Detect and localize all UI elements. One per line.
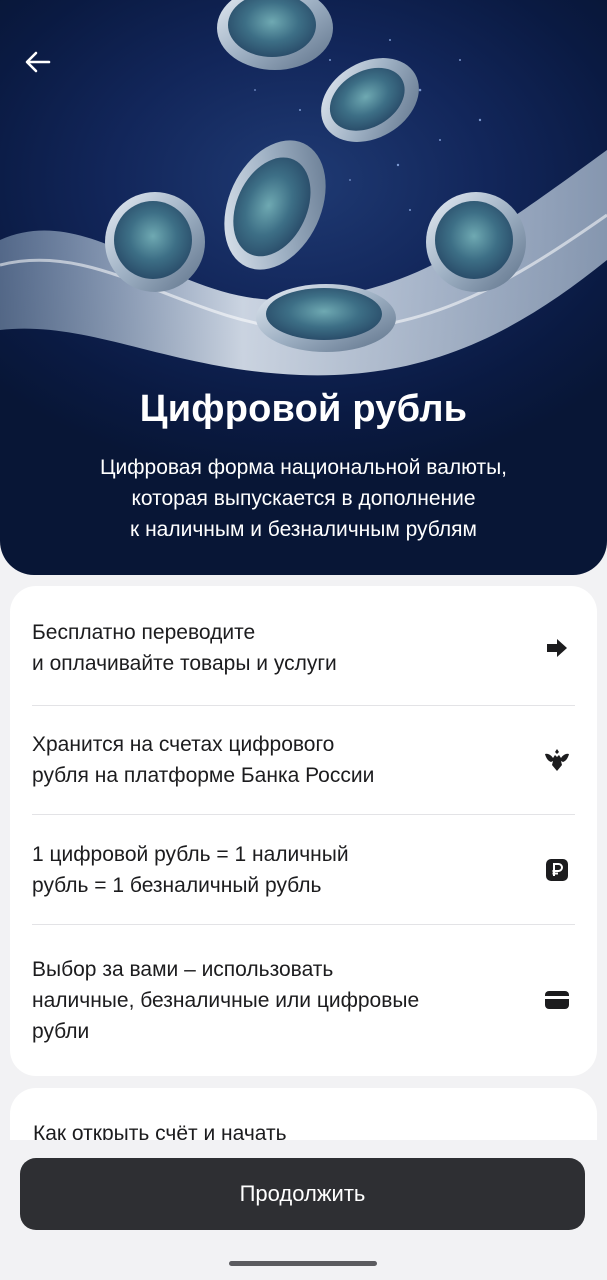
feature-line: 1 цифровой рубль = 1 наличный (32, 842, 349, 866)
continue-button[interactable]: Продолжить (20, 1158, 585, 1230)
feature-line: и оплачивайте товары и услуги (32, 651, 337, 675)
feature-line: наличные, безналичные или цифровые (32, 988, 420, 1012)
home-indicator[interactable] (229, 1261, 377, 1266)
feature-line: рубль = 1 безналичный рубль (32, 873, 322, 897)
subtitle-line: Цифровая форма национальной валюты, (99, 456, 507, 479)
feature-line: рубля на платформе Банка России (32, 764, 375, 787)
subtitle-line: к наличным и безналичным рублям (130, 518, 477, 541)
back-button[interactable] (18, 44, 58, 80)
features-card: Бесплатно переводите и оплачивайте товар… (10, 586, 597, 1076)
digital-ruble-screen: Цифровой рубль Цифровая форма национальн… (0, 0, 607, 1280)
hero-banner: Цифровой рубль Цифровая форма национальн… (0, 0, 607, 575)
coins-illustration (0, 0, 607, 376)
page-title: Цифровой рубль (139, 388, 468, 430)
feature-text: Хранится на счетах цифрового рубля на пл… (32, 729, 512, 791)
feature-row-exchange-rate: 1 цифровой рубль = 1 наличный рубль = 1 … (32, 815, 575, 925)
feature-line: Выбор за вами – использовать (32, 957, 334, 981)
feature-text: 1 цифровой рубль = 1 наличный рубль = 1 … (32, 839, 512, 901)
feature-line: Хранится на счетах цифрового (32, 733, 335, 756)
arrow-left-icon (25, 51, 51, 73)
feature-line: Бесплатно переводите (32, 620, 256, 644)
page-subtitle: Цифровая форма национальной валюты, кото… (40, 452, 567, 545)
feature-row-free-transfers: Бесплатно переводите и оплачивайте товар… (32, 586, 575, 706)
bank-of-russia-eagle-icon (543, 746, 571, 774)
arrow-right-icon (543, 634, 571, 662)
feature-text: Бесплатно переводите и оплачивайте товар… (32, 617, 512, 679)
feature-row-bank-platform: Хранится на счетах цифрового рубля на пл… (32, 706, 575, 815)
feature-text: Выбор за вами – использовать наличные, б… (32, 954, 512, 1047)
feature-row-choice: Выбор за вами – использовать наличные, б… (32, 925, 575, 1075)
feature-line: рубли (32, 1019, 90, 1043)
ruble-icon (543, 856, 571, 884)
card-icon (543, 986, 571, 1014)
subtitle-line: которая выпускается в дополнение (131, 487, 476, 510)
